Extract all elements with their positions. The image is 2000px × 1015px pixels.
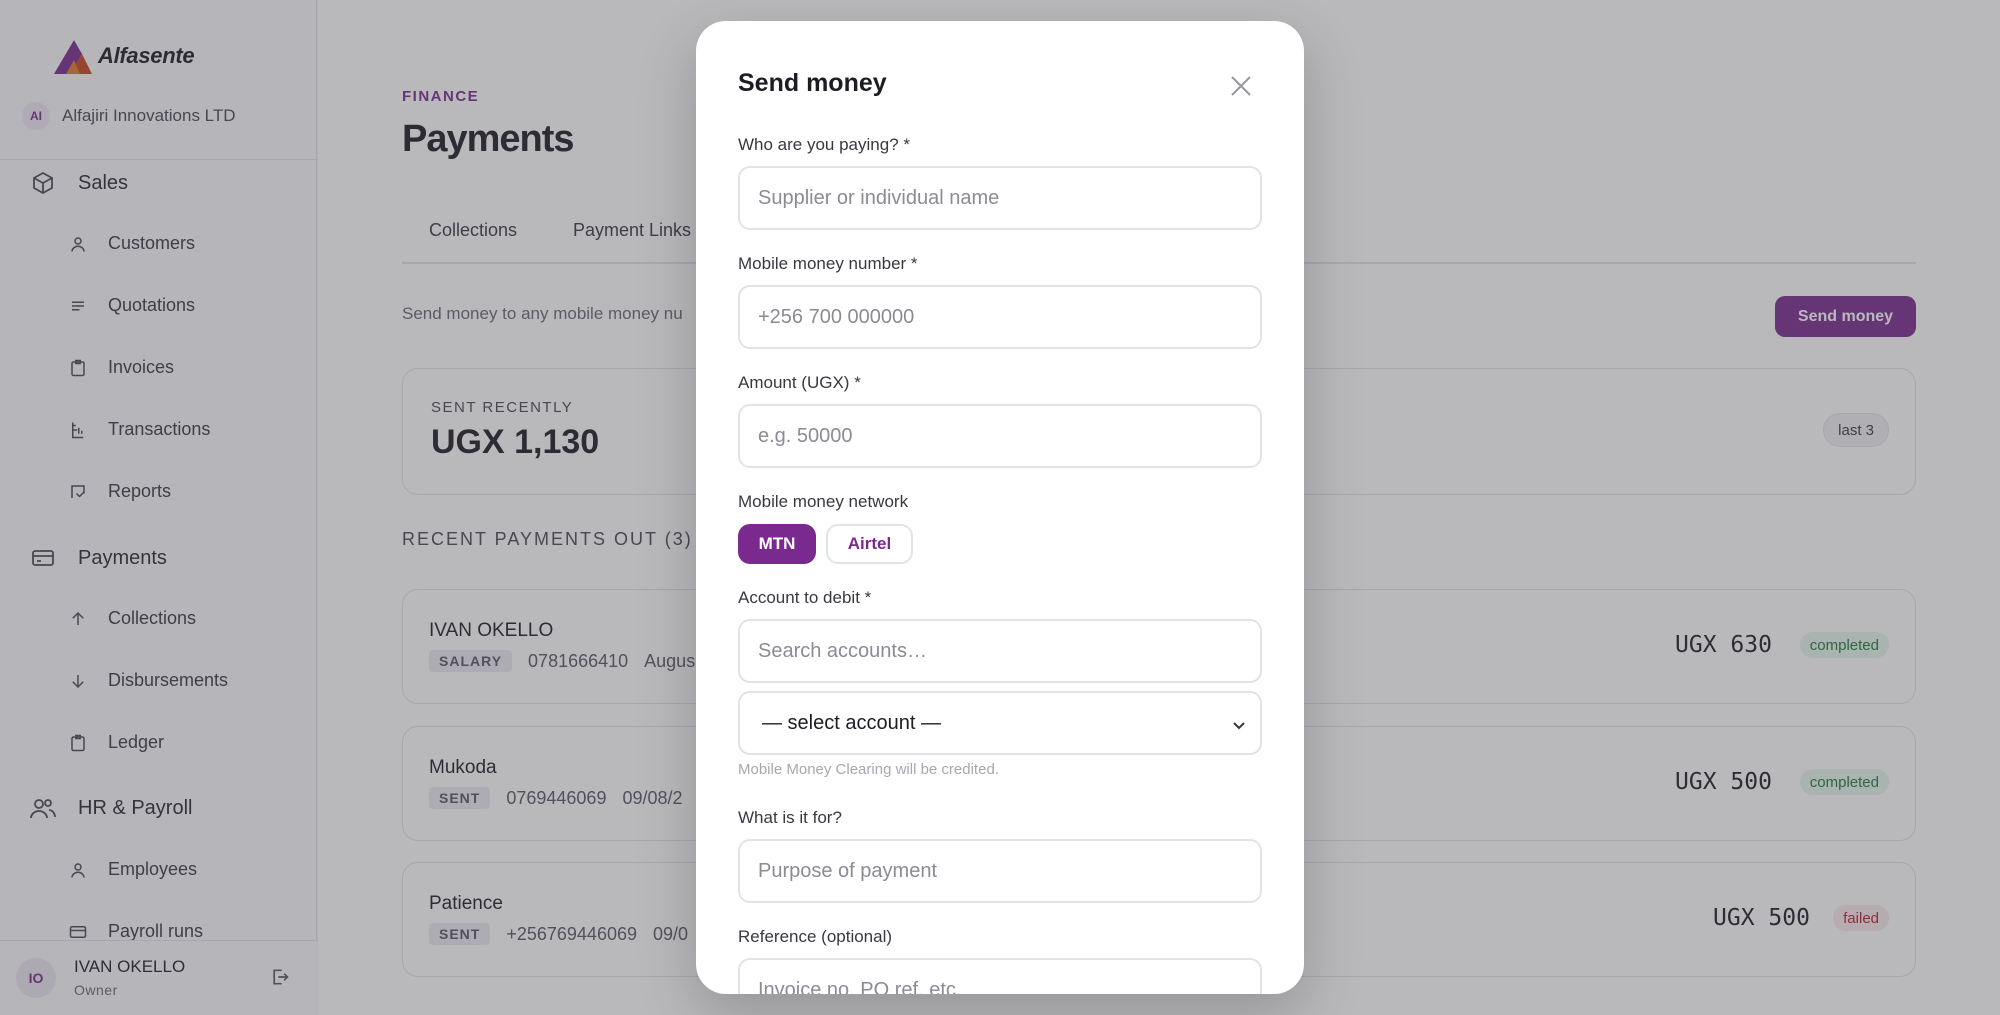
account-hint: Mobile Money Clearing will be credited. — [738, 761, 999, 778]
purpose-input[interactable] — [738, 839, 1262, 903]
network-option-mtn[interactable]: MTN — [738, 524, 816, 564]
account-select-value: — select account — — [762, 711, 941, 734]
account-search-input[interactable] — [738, 619, 1262, 683]
reference-input[interactable] — [738, 958, 1262, 994]
reference-label: Reference (optional) — [738, 927, 893, 946]
close-icon[interactable] — [1226, 71, 1256, 101]
account-select[interactable]: — select account — — [738, 691, 1262, 755]
send-money-dialog: Send money Who are you paying? * Mobile … — [696, 21, 1304, 994]
purpose-label: What is it for? — [738, 808, 842, 827]
mobile-number-label: Mobile money number * — [738, 254, 918, 273]
account-label: Account to debit * — [738, 588, 872, 607]
payee-input[interactable] — [738, 166, 1262, 230]
mobile-number-input[interactable] — [738, 285, 1262, 349]
chevron-down-icon — [1232, 715, 1246, 738]
amount-label: Amount (UGX) * — [738, 373, 861, 392]
payee-label: Who are you paying? * — [738, 135, 910, 154]
network-label: Mobile money network — [738, 492, 909, 511]
network-option-airtel[interactable]: Airtel — [826, 524, 913, 564]
dialog-title: Send money — [738, 69, 887, 97]
amount-input[interactable] — [738, 404, 1262, 468]
